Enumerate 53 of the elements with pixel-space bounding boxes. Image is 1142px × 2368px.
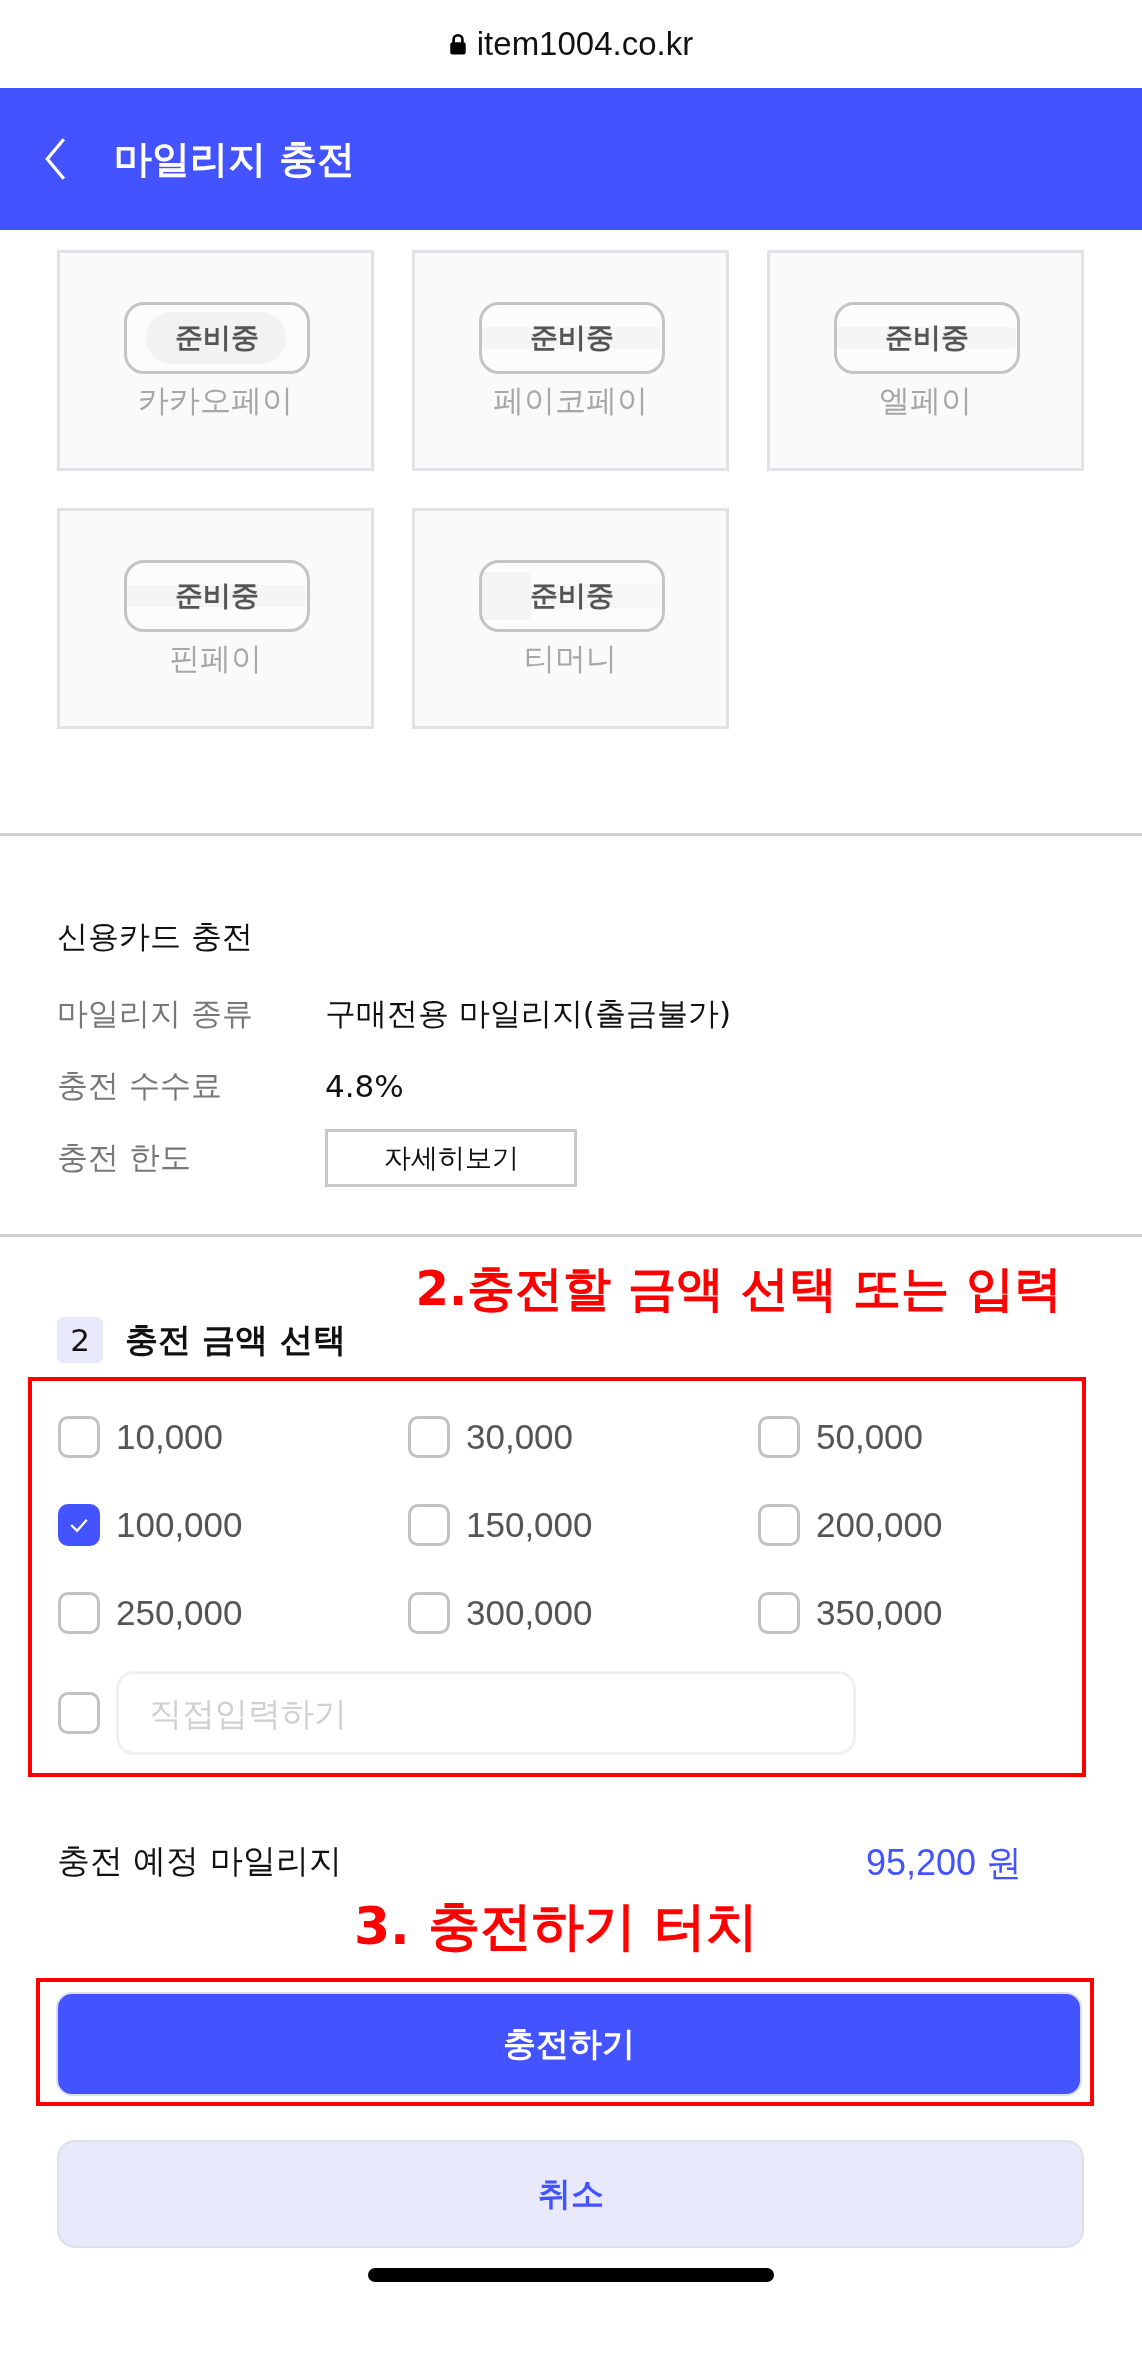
status-badge: 준비중 <box>123 559 310 632</box>
pay-method-name: 페이코페이 <box>493 380 648 420</box>
amount-option[interactable]: 30,000 <box>466 1417 574 1457</box>
pay-method-tile[interactable]: 준비중 핀페이 <box>57 508 374 729</box>
pay-method-name: 카카오페이 <box>138 380 293 420</box>
lock-icon <box>448 33 467 55</box>
amount-option[interactable]: 100,000 <box>116 1505 243 1545</box>
checkbox[interactable] <box>758 1592 800 1634</box>
checkbox[interactable] <box>58 1592 100 1634</box>
pay-method-tile[interactable]: 준비중 티머니 <box>412 508 729 729</box>
status-badge: 준비중 <box>833 301 1020 374</box>
info-value: 구매전용 마일리지(출금불가) <box>325 994 732 1033</box>
amount-option[interactable]: 200,000 <box>816 1505 943 1545</box>
status-badge: 준비중 <box>478 559 665 632</box>
charge-button[interactable]: 충전하기 <box>56 1992 1082 2096</box>
annotation-text: 2.충전할 금액 선택 또는 입력 <box>414 1259 1063 1318</box>
checkbox[interactable] <box>758 1504 800 1546</box>
page-title: 마일리지 충전 <box>114 135 356 183</box>
url-text[interactable]: item1004.co.kr <box>476 25 694 63</box>
amount-option[interactable]: 50,000 <box>816 1417 924 1457</box>
checkbox[interactable] <box>408 1416 450 1458</box>
info-label: 마일리지 종류 <box>57 994 254 1033</box>
pay-method-name: 핀페이 <box>169 638 262 678</box>
amount-option[interactable]: 150,000 <box>466 1505 593 1545</box>
cancel-button[interactable]: 취소 <box>57 2140 1084 2248</box>
checkbox[interactable] <box>758 1416 800 1458</box>
expected-mileage-value: 95,200 원 <box>865 1841 1022 1885</box>
pay-method-tile[interactable]: 준비중 페이코페이 <box>412 250 729 471</box>
details-button[interactable]: 자세히보기 <box>325 1129 577 1187</box>
amount-option[interactable]: 350,000 <box>816 1593 943 1633</box>
checkbox[interactable] <box>408 1592 450 1634</box>
amount-option[interactable]: 10,000 <box>116 1417 224 1457</box>
step-number: 2 <box>57 1317 103 1363</box>
pay-method-tile[interactable]: 준비중 엘페이 <box>767 250 1084 471</box>
checkbox[interactable] <box>408 1504 450 1546</box>
info-value: 4.8% <box>325 1068 404 1104</box>
checkbox[interactable] <box>58 1416 100 1458</box>
annotation-text: 3. 충전하기 터치 <box>352 1895 760 1958</box>
pay-method-name: 티머니 <box>524 638 617 678</box>
info-label: 충전 수수료 <box>57 1066 223 1105</box>
pay-method-tile[interactable]: 준비중 카카오페이 <box>57 250 374 471</box>
pay-method-name: 엘페이 <box>879 380 972 420</box>
status-badge: 준비중 <box>478 301 665 374</box>
info-label: 충전 한도 <box>57 1138 192 1177</box>
section-title: 충전 금액 선택 <box>125 1318 346 1361</box>
amount-option[interactable]: 300,000 <box>466 1593 593 1633</box>
checkbox[interactable] <box>58 1504 100 1546</box>
back-icon[interactable] <box>44 136 66 182</box>
amount-option[interactable]: 250,000 <box>116 1593 243 1633</box>
expected-mileage-label: 충전 예정 마일리지 <box>57 1840 342 1882</box>
section-title: 신용카드 충전 <box>57 917 254 956</box>
status-badge: 준비중 <box>123 301 310 374</box>
checkbox[interactable] <box>58 1692 100 1734</box>
